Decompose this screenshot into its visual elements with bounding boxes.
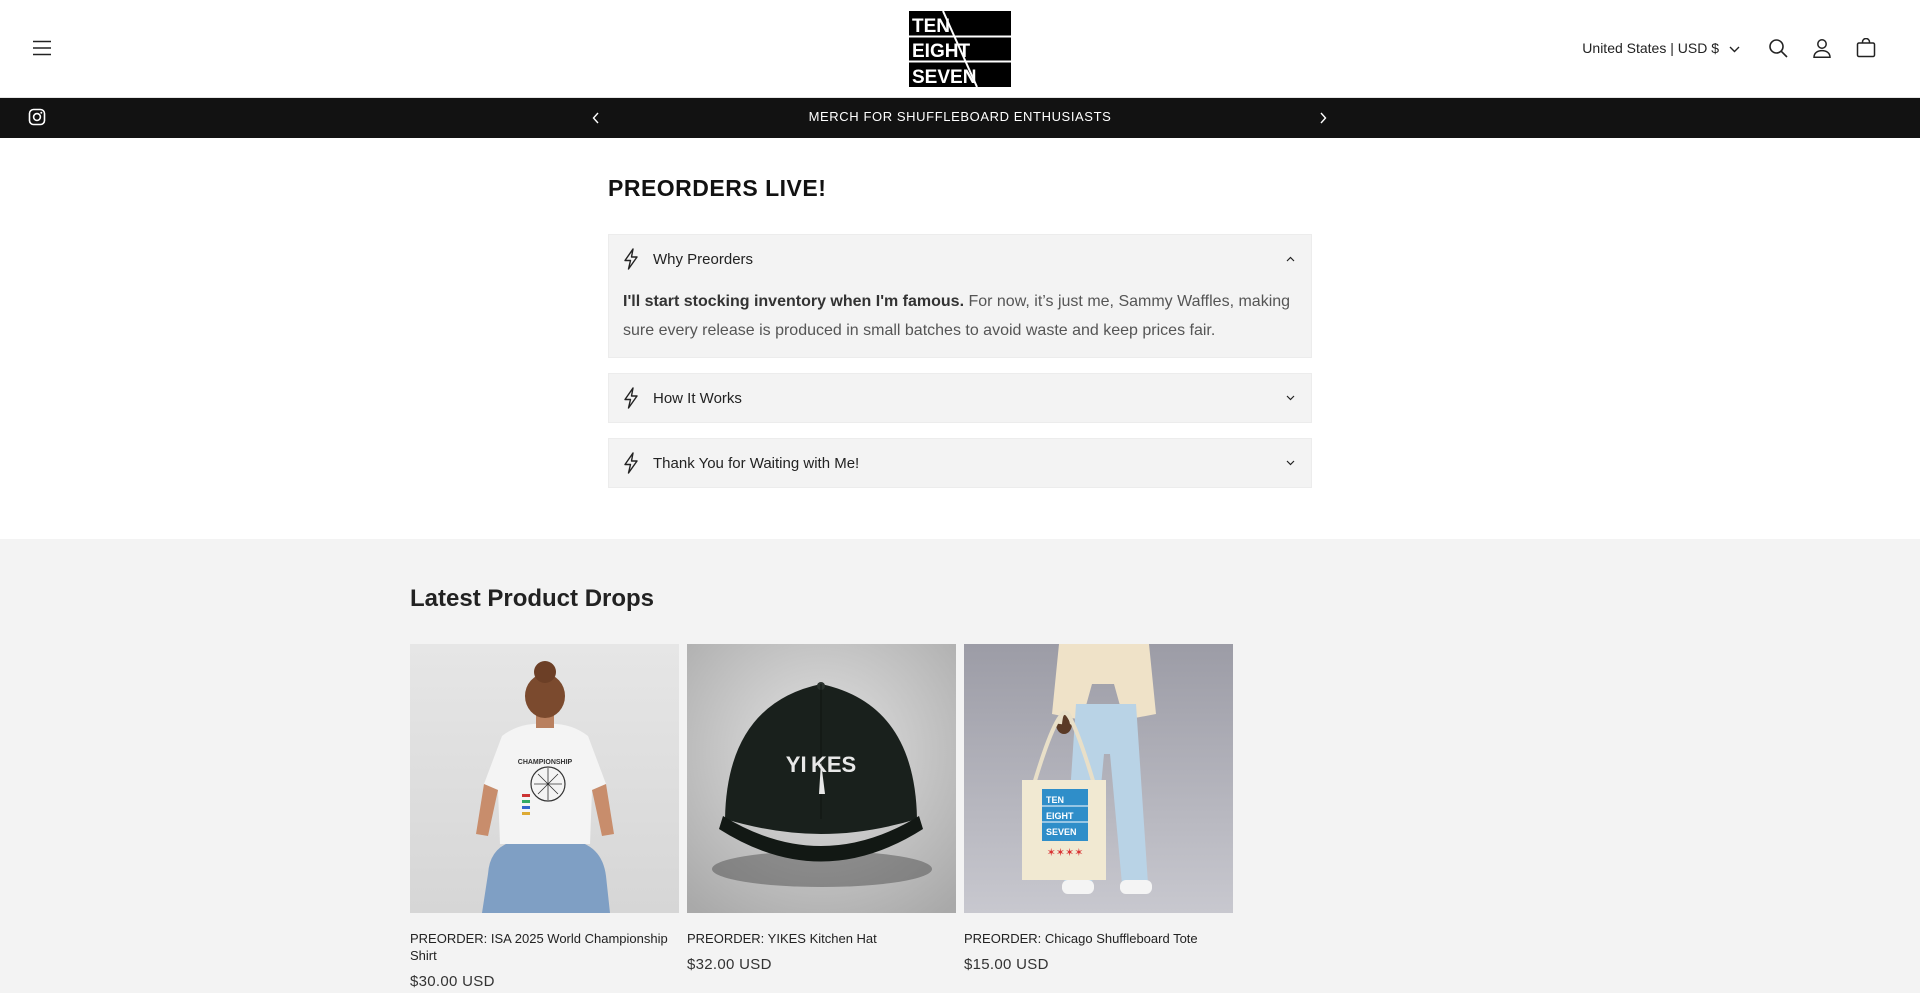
chevron-down-icon <box>1283 391 1297 405</box>
chevron-up-icon <box>1283 252 1297 266</box>
product-title[interactable]: PREORDER: Chicago Shuffleboard Tote <box>964 930 1233 947</box>
accordion-body-bold: I'll start stocking inventory when I'm f… <box>623 293 965 310</box>
instagram-icon[interactable] <box>28 108 48 128</box>
search-icon[interactable] <box>1756 26 1800 70</box>
svg-text:✶✶✶✶: ✶✶✶✶ <box>1047 846 1084 859</box>
chevron-down-icon <box>1283 456 1297 470</box>
product-image-yikes-hat[interactable]: YI KES <box>687 644 956 913</box>
header-actions: United States | USD $ <box>1576 28 1888 68</box>
tote-print-ten: TEN <box>1046 795 1064 805</box>
hamburger-menu-icon[interactable] <box>26 32 58 64</box>
account-icon[interactable] <box>1800 26 1844 70</box>
latest-drops-section: Latest Product Drops CHAMPIONSHIP PREORD… <box>0 539 1920 993</box>
product-price: $30.00 USD <box>410 973 495 990</box>
announcement-text: MERCH FOR SHUFFLEBOARD ENTHUSIASTS <box>808 109 1112 124</box>
country-currency-selector[interactable]: United States | USD $ <box>1576 34 1746 62</box>
product-image-chicago-tote[interactable]: TEN EIGHT SEVEN ✶✶✶✶ <box>964 644 1233 913</box>
product-price: $15.00 USD <box>964 956 1049 973</box>
announcement-bar: MERCH FOR SHUFFLEBOARD ENTHUSIASTS <box>0 98 1920 138</box>
accordion-body-why-preorders: I'll start stocking inventory when I'm f… <box>609 283 1311 363</box>
product-title[interactable]: PREORDER: ISA 2025 World Championship Sh… <box>410 930 679 964</box>
product-card[interactable]: CHAMPIONSHIP PREORDER: ISA 2025 World Ch… <box>410 644 679 990</box>
hat-print-text: YI KES <box>786 752 856 777</box>
chevron-right-icon[interactable] <box>1311 106 1335 130</box>
site-header: TEN EIGHT SEVEN United States | USD $ <box>0 0 1920 98</box>
accordion-header-why-preorders[interactable]: Why Preorders <box>609 235 1311 283</box>
chevron-down-icon <box>1729 40 1740 56</box>
tote-print-seven: SEVEN <box>1046 827 1077 837</box>
accordion-header-how-it-works[interactable]: How It Works <box>609 374 1311 422</box>
product-card[interactable]: YI KES PREORDER: YIKES Kitchen Hat $32.0… <box>687 644 956 973</box>
product-card[interactable]: TEN EIGHT SEVEN ✶✶✶✶ PREORDER: Chicago S… <box>964 644 1233 973</box>
accordion-label: Why Preorders <box>653 250 754 268</box>
accordion-why-preorders: Why Preorders I'll start stocking invent… <box>608 234 1312 358</box>
cart-icon[interactable] <box>1844 26 1888 70</box>
lightning-bolt-icon <box>623 452 641 474</box>
accordion-thank-you: Thank You for Waiting with Me! <box>608 438 1312 488</box>
lightning-bolt-icon <box>623 248 641 270</box>
lightning-bolt-icon <box>623 387 641 409</box>
latest-drops-title: Latest Product Drops <box>410 585 655 612</box>
country-currency-label: United States | USD $ <box>1582 40 1719 56</box>
product-price: $32.00 USD <box>687 956 772 973</box>
chevron-left-icon[interactable] <box>584 106 608 130</box>
shirt-print-text: CHAMPIONSHIP <box>518 759 573 766</box>
accordion-header-thank-you[interactable]: Thank You for Waiting with Me! <box>609 439 1311 487</box>
accordion-how-it-works: How It Works <box>608 373 1312 423</box>
logo-line-seven: SEVEN <box>912 67 976 87</box>
tote-print-eight: EIGHT <box>1046 811 1074 821</box>
site-logo[interactable]: TEN EIGHT SEVEN <box>909 10 1011 88</box>
logo-line-ten: TEN <box>912 16 950 37</box>
preorders-title: PREORDERS LIVE! <box>608 175 827 201</box>
accordion-label: How It Works <box>653 389 742 407</box>
logo-line-eight: EIGHT <box>912 41 970 62</box>
product-image-championship-shirt[interactable]: CHAMPIONSHIP <box>410 644 679 913</box>
accordion-label: Thank You for Waiting with Me! <box>653 454 860 472</box>
product-title[interactable]: PREORDER: YIKES Kitchen Hat <box>687 930 956 947</box>
